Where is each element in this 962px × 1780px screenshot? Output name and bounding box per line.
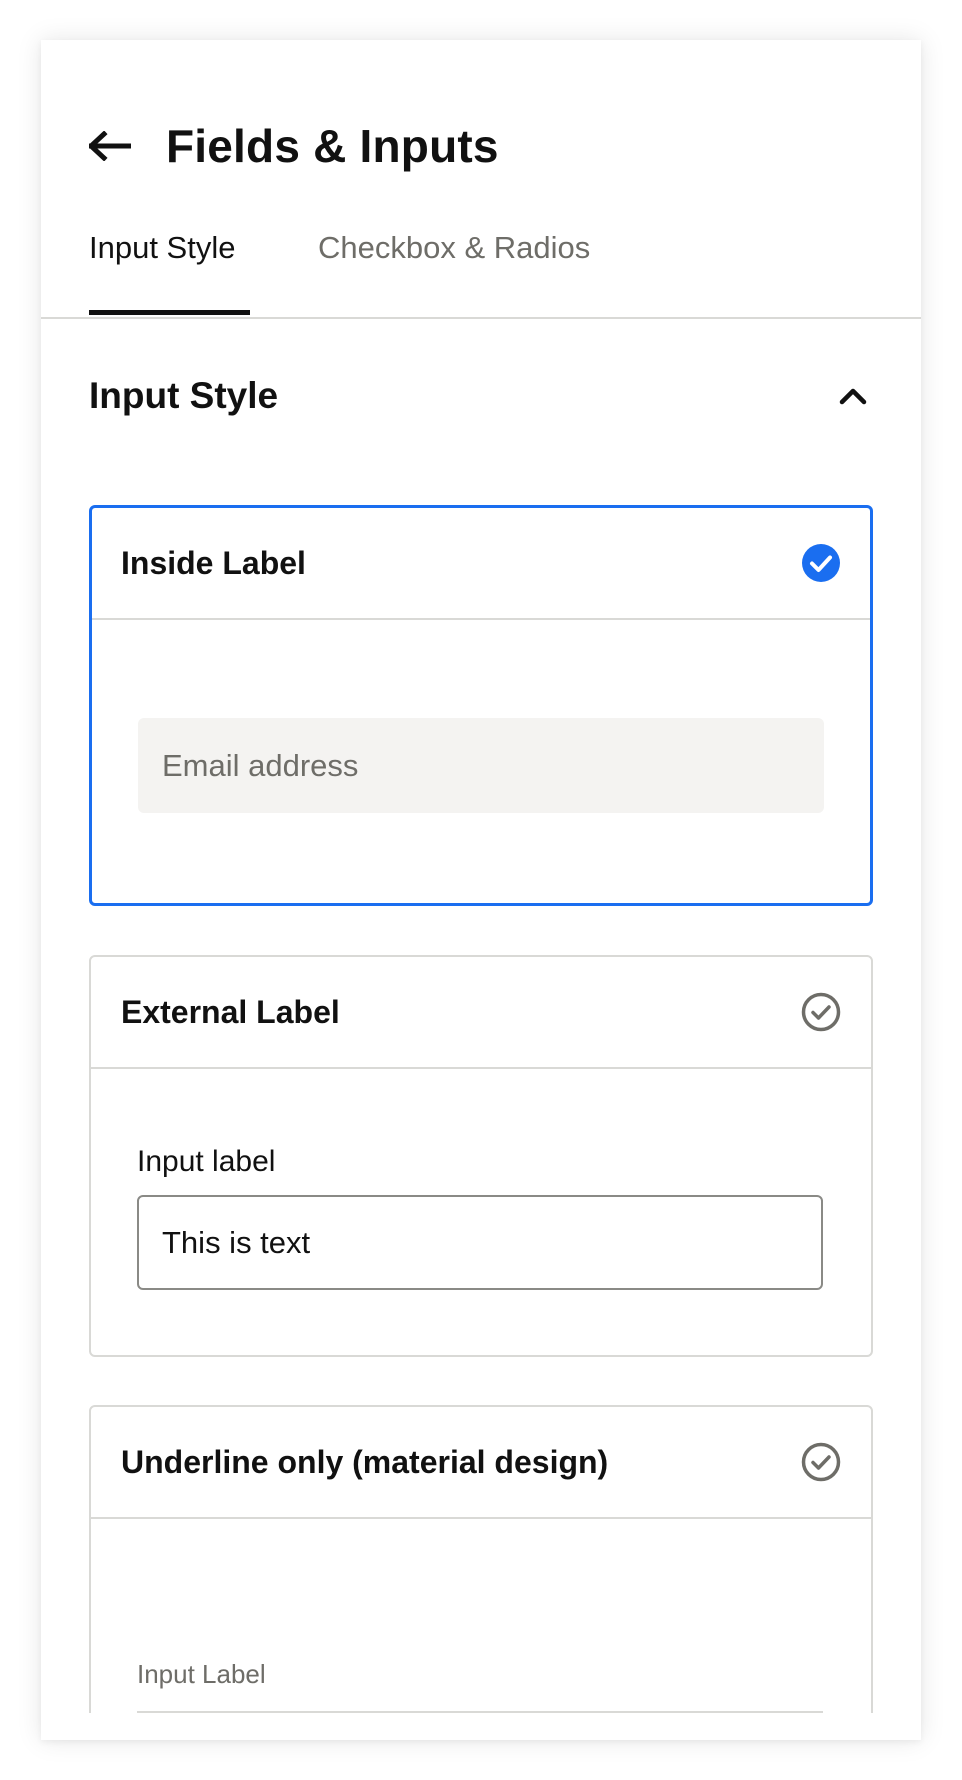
preview-inside-label-input: Email address	[138, 718, 824, 813]
check-circle-outline-icon	[801, 992, 841, 1032]
option-card-underline-only[interactable]: Underline only (material design) Input L…	[89, 1405, 873, 1740]
preview-underline-label: Input Label	[137, 1659, 266, 1689]
option-title: Underline only (material design)	[121, 1443, 609, 1480]
option-card-inside-label[interactable]: Inside Label Email address	[89, 505, 873, 906]
preview-input-label: Input label	[137, 1145, 276, 1178]
option-title: Inside Label	[121, 544, 306, 581]
divider	[41, 317, 921, 319]
tab-input-style[interactable]: Input Style	[89, 230, 235, 266]
chevron-up-icon	[833, 376, 873, 416]
section-toggle[interactable]: Input Style	[89, 358, 873, 434]
active-tab-indicator	[89, 310, 250, 315]
arrow-left-icon	[89, 131, 131, 161]
page-title: Fields & Inputs	[166, 120, 499, 172]
tab-checkbox-radios[interactable]: Checkbox & Radios	[318, 230, 590, 266]
section-title: Input Style	[89, 375, 279, 416]
option-card-external-label[interactable]: External Label Input label This is text	[89, 955, 873, 1357]
check-circle-filled-icon	[801, 543, 841, 583]
input-placeholder: Email address	[162, 747, 359, 783]
option-title: External Label	[121, 993, 340, 1030]
card-header: Underline only (material design)	[91, 1407, 871, 1519]
check-circle-outline-icon	[801, 1442, 841, 1482]
back-button[interactable]	[89, 122, 137, 170]
page-header: Fields & Inputs	[89, 96, 499, 196]
card-header: Inside Label	[92, 508, 870, 620]
card-header: External Label	[91, 957, 871, 1069]
input-value: This is text	[162, 1224, 311, 1260]
tab-bar: Input Style Checkbox & Radios	[89, 212, 921, 316]
panel-bottom-edge	[41, 1713, 921, 1740]
preview-external-label-input: This is text	[137, 1195, 823, 1290]
settings-panel: Fields & Inputs Input Style Checkbox & R…	[41, 40, 921, 1740]
